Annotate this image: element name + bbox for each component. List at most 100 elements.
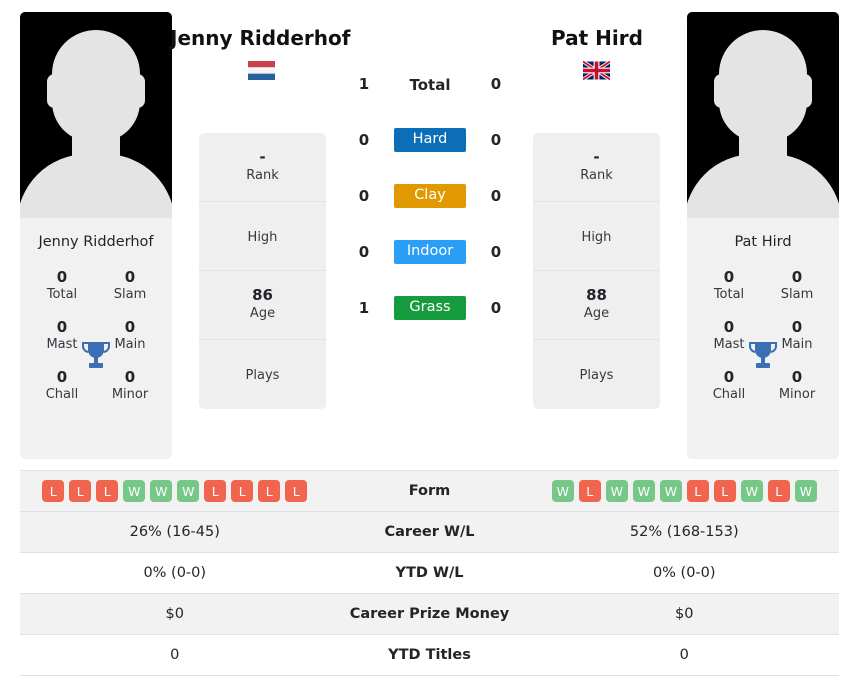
avatar-silhouette-ear-right-icon	[130, 74, 145, 108]
meta-rank-value-left: -	[259, 148, 266, 167]
h2h-indoor-label-cell: Indoor	[388, 239, 472, 265]
form-badge-left-2[interactable]: L	[96, 480, 119, 502]
player-photo-left	[20, 12, 172, 218]
meta-rank-value-right: -	[593, 148, 600, 167]
ytd-wl-left: 0% (0-0)	[143, 565, 207, 581]
titles-slam-right: 0 Slam	[763, 260, 831, 310]
h2h-indoor-left-score: 0	[358, 243, 370, 261]
form-badge-right-4[interactable]: W	[659, 480, 682, 502]
h2h-grass-left-score: 1	[358, 299, 370, 317]
meta-rank-left: - Rank	[199, 133, 326, 202]
player-comparison-page: Jenny Ridderhof 0 Total 0 Slam 0 Mast 0 …	[0, 0, 859, 681]
h2h-clay-label-cell: Clay	[388, 183, 472, 209]
player-photo-caption-right: Pat Hird	[734, 234, 792, 250]
form-badge-right-8[interactable]: L	[767, 480, 790, 502]
titles-minor-label-right: Minor	[778, 387, 816, 403]
titles-total-left: 0 Total	[28, 260, 96, 310]
form-badge-right-5[interactable]: L	[686, 480, 709, 502]
meta-high-right: High	[533, 202, 660, 271]
head-to-head-panel: 1 Total 0 0 Hard 0 0 Clay 0 0 Indoor 0 1…	[340, 56, 520, 336]
form-badge-left-5[interactable]: W	[177, 480, 200, 502]
h2h-hard-left-score: 0	[358, 131, 370, 149]
form-badge-left-9[interactable]: L	[285, 480, 308, 502]
form-badge-left-1[interactable]: L	[69, 480, 92, 502]
form-badge-right-1[interactable]: L	[578, 480, 601, 502]
avatar-silhouette-ear-left-icon	[714, 74, 729, 108]
form-badge-left-7[interactable]: L	[231, 480, 254, 502]
titles-total-label-left: Total	[46, 287, 78, 303]
comparison-header-area: Jenny Ridderhof 0 Total 0 Slam 0 Mast 0 …	[0, 0, 859, 463]
form-badge-right-2[interactable]: W	[605, 480, 628, 502]
meta-plays-right: Plays	[533, 340, 660, 409]
avatar-silhouette-body-icon	[687, 154, 839, 218]
career-prize-money-left: $0	[165, 606, 184, 622]
table-label-ytd-wl: YTD W/L	[395, 565, 464, 581]
table-row-career-wl: 26% (16-45) Career W/L 52% (168-153)	[20, 512, 839, 553]
h2h-hard-label-cell: Hard	[388, 127, 472, 153]
titles-grid-left: 0 Total 0 Slam 0 Mast 0 Main 0 Chall 0 M…	[20, 250, 172, 459]
table-row-career-prize-money: $0 Career Prize Money $0	[20, 594, 839, 635]
comparison-stats-table: LLLWWWLLLL Form WLWWWLLWLW 26% (16-45) C…	[20, 470, 839, 676]
career-wl-left: 26% (16-45)	[129, 524, 220, 540]
titles-main-value-left: 0	[124, 318, 136, 337]
surface-badge-clay[interactable]: Clay	[394, 183, 466, 209]
titles-slam-label-right: Slam	[780, 287, 814, 303]
h2h-total-right-score: 0	[490, 75, 502, 93]
h2h-row-grass: 1 Grass 0	[340, 280, 520, 336]
player-photo-right	[687, 12, 839, 218]
nl-flag-icon	[248, 61, 275, 80]
meta-age-left: 86 Age	[199, 271, 326, 340]
surface-badge-grass[interactable]: Grass	[394, 295, 466, 321]
player-card-right[interactable]: Pat Hird 0 Total 0 Slam 0 Mast 0 Main 0 …	[687, 12, 839, 459]
form-badge-left-8[interactable]: L	[258, 480, 281, 502]
table-label-ytd-titles: YTD Titles	[388, 647, 471, 663]
meta-high-left: High	[199, 202, 326, 271]
titles-chall-value-left: 0	[56, 368, 68, 387]
titles-minor-value-right: 0	[791, 368, 803, 387]
h2h-total-label-cell: Total	[388, 75, 472, 94]
form-badge-left-0[interactable]: L	[42, 480, 65, 502]
h2h-total-label: Total	[409, 75, 451, 94]
avatar-silhouette-ear-right-icon	[797, 74, 812, 108]
form-badge-left-3[interactable]: W	[123, 480, 146, 502]
titles-slam-value-left: 0	[124, 268, 136, 286]
h2h-grass-label-cell: Grass	[388, 295, 472, 321]
meta-rank-right: - Rank	[533, 133, 660, 202]
form-badge-right-6[interactable]: L	[713, 480, 736, 502]
gb-flag-icon	[583, 61, 610, 80]
player-photo-caption-left: Jenny Ridderhof	[38, 234, 154, 250]
titles-chall-value-right: 0	[723, 368, 735, 387]
player-card-left[interactable]: Jenny Ridderhof 0 Total 0 Slam 0 Mast 0 …	[20, 12, 172, 459]
meta-age-label-left: Age	[249, 306, 276, 322]
player-meta-right: - Rank High 88 Age Plays	[533, 133, 660, 409]
player-name-right[interactable]: Pat Hird	[551, 26, 643, 50]
titles-grid-right: 0 Total 0 Slam 0 Mast 0 Main 0 Chall 0 M…	[687, 250, 839, 459]
table-row-ytd-titles: 0 YTD Titles 0	[20, 635, 839, 676]
form-badges-left: LLLWWWLLLL	[20, 480, 330, 502]
h2h-grass-right-score: 0	[490, 299, 502, 317]
career-wl-right: 52% (168-153)	[629, 524, 739, 540]
ytd-titles-left: 0	[170, 647, 180, 663]
meta-plays-left: Plays	[199, 340, 326, 409]
h2h-total-left-score: 1	[358, 75, 370, 93]
form-badge-right-9[interactable]: W	[794, 480, 817, 502]
form-badge-right-0[interactable]: W	[551, 480, 574, 502]
form-badge-left-4[interactable]: W	[150, 480, 173, 502]
career-prize-money-right: $0	[675, 606, 694, 622]
avatar-silhouette-body-icon	[20, 154, 172, 218]
form-badge-right-3[interactable]: W	[632, 480, 655, 502]
form-badge-left-6[interactable]: L	[204, 480, 227, 502]
table-label-form: Form	[408, 483, 451, 499]
titles-mast-value-right: 0	[723, 318, 735, 337]
meta-plays-label-right: Plays	[579, 368, 614, 384]
h2h-indoor-right-score: 0	[490, 243, 502, 261]
player-name-left[interactable]: Jenny Ridderhof	[170, 26, 350, 50]
titles-mast-value-left: 0	[56, 318, 68, 337]
form-badge-right-7[interactable]: W	[740, 480, 763, 502]
h2h-clay-right-score: 0	[490, 187, 502, 205]
surface-badge-hard[interactable]: Hard	[394, 127, 466, 153]
titles-main-value-right: 0	[791, 318, 803, 337]
surface-badge-indoor[interactable]: Indoor	[394, 239, 466, 265]
table-row-ytd-wl: 0% (0-0) YTD W/L 0% (0-0)	[20, 553, 839, 594]
meta-age-value-right: 88	[586, 286, 607, 305]
